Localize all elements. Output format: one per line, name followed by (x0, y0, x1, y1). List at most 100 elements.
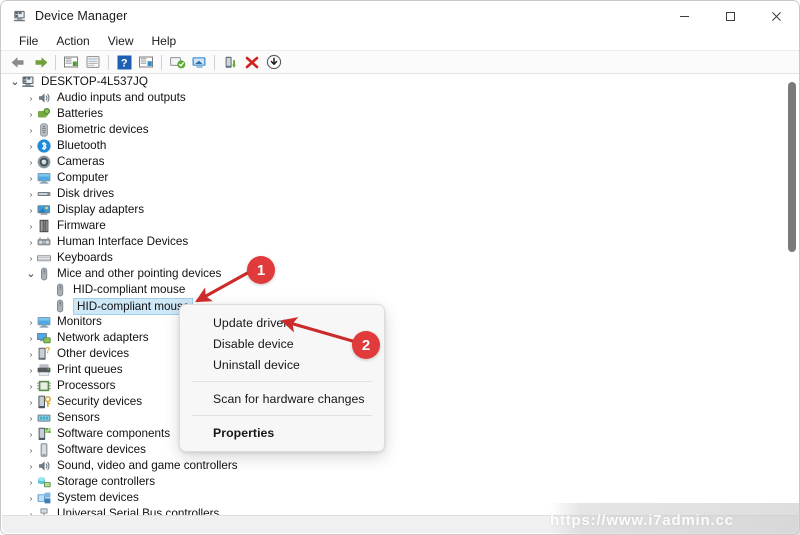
uninstall-device-icon[interactable] (242, 52, 262, 72)
forward-icon[interactable] (30, 52, 50, 72)
tree-item[interactable]: ›Disk drives (2, 186, 788, 202)
maximize-button[interactable] (707, 1, 753, 31)
tree-item[interactable]: ›Audio inputs and outputs (2, 90, 788, 106)
tree-item-label: Cameras (57, 154, 108, 170)
chevron-right-icon[interactable]: › (26, 90, 36, 106)
context-menu-item-update-driver[interactable]: Update driver (180, 312, 384, 333)
chevron-right-icon[interactable]: › (26, 122, 36, 138)
help-icon[interactable]: ? (114, 52, 134, 72)
chevron-right-icon[interactable]: › (26, 202, 36, 218)
window-title: Device Manager (35, 9, 127, 23)
chevron-right-icon[interactable]: › (26, 106, 36, 122)
chevron-right-icon[interactable]: › (26, 330, 36, 346)
chevron-down-icon[interactable]: ⌄ (26, 266, 36, 282)
tree-item-label: System devices (57, 490, 143, 506)
chevron-right-icon[interactable]: › (26, 362, 36, 378)
tree-item[interactable]: ⌄Mice and other pointing devices (2, 266, 788, 282)
chevron-right-icon[interactable]: › (26, 170, 36, 186)
update-driver-icon[interactable] (167, 52, 187, 72)
tree-item-label: Keyboards (57, 250, 117, 266)
svg-text:?: ? (120, 57, 127, 69)
tree-item[interactable]: ›Computer (2, 170, 788, 186)
tree-item[interactable]: ›Bluetooth (2, 138, 788, 154)
context-menu-item-uninstall-device[interactable]: Uninstall device (180, 354, 384, 375)
tree-item-label: Software components (57, 426, 174, 442)
context-menu-item-properties[interactable]: Properties (180, 422, 384, 443)
chevron-right-icon[interactable]: › (26, 234, 36, 250)
tree-item[interactable]: › Software components (2, 426, 788, 442)
context-menu-separator (192, 381, 372, 382)
chevron-right-icon[interactable]: › (26, 394, 36, 410)
tree-item[interactable]: ›Storage controllers (2, 474, 788, 490)
show-hidden-icon[interactable] (189, 52, 209, 72)
enable-device-icon[interactable] (220, 52, 240, 72)
chevron-right-icon[interactable]: › (26, 154, 36, 170)
tree-item[interactable]: ›Firmware (2, 218, 788, 234)
window-controls (661, 1, 799, 31)
title-bar-left: Device Manager (1, 9, 127, 24)
tree-item-label: Display adapters (57, 202, 148, 218)
minimize-button[interactable] (661, 1, 707, 31)
device-tree[interactable]: ⌄DESKTOP-4L537JQ›Audio inputs and output… (2, 74, 788, 515)
tree-item[interactable]: ›Software devices (2, 442, 788, 458)
chevron-right-icon[interactable]: › (26, 442, 36, 458)
mouse-icon (52, 282, 68, 298)
tree-item[interactable]: ›Network adapters (2, 330, 788, 346)
chevron-right-icon[interactable]: › (26, 138, 36, 154)
chevron-right-icon[interactable]: › (26, 490, 36, 506)
tree-root-item[interactable]: ⌄DESKTOP-4L537JQ (2, 74, 788, 90)
menu-file[interactable]: File (10, 32, 47, 50)
tree-item[interactable]: ›Security devices (2, 394, 788, 410)
fingerprint-icon (36, 122, 52, 138)
annotation-badge-2: 2 (352, 331, 380, 359)
tree-item[interactable]: ›Human Interface Devices (2, 234, 788, 250)
chevron-down-icon[interactable]: ⌄ (10, 74, 20, 90)
title-bar: Device Manager (1, 1, 799, 31)
security-icon (36, 394, 52, 410)
menu-view[interactable]: View (99, 32, 143, 50)
tree-item[interactable]: HID-compliant mouse (2, 282, 788, 298)
menu-action[interactable]: Action (47, 32, 98, 50)
chevron-right-icon[interactable]: › (26, 426, 36, 442)
tree-item[interactable]: › Keyboards (2, 250, 788, 266)
properties-icon[interactable] (61, 52, 81, 72)
back-icon[interactable] (8, 52, 28, 72)
device-manager-app-icon (12, 9, 27, 24)
toolbar-separator (108, 55, 109, 70)
chevron-right-icon[interactable]: › (26, 458, 36, 474)
tree-item[interactable]: ›Monitors (2, 314, 788, 330)
context-menu[interactable]: Update driverDisable deviceUninstall dev… (179, 304, 385, 452)
software-component-icon (36, 426, 52, 442)
tree-item[interactable]: › Display adapters (2, 202, 788, 218)
chevron-right-icon[interactable]: › (26, 314, 36, 330)
chevron-right-icon[interactable]: › (26, 410, 36, 426)
tree-item[interactable]: ›Sound, video and game controllers (2, 458, 788, 474)
scan-icon[interactable] (136, 52, 156, 72)
tree-item[interactable]: ›Biometric devices (2, 122, 788, 138)
tree-item-label: Batteries (57, 106, 107, 122)
chevron-right-icon[interactable]: › (26, 186, 36, 202)
speaker-icon (36, 458, 52, 474)
scrollbar-thumb[interactable] (788, 82, 796, 252)
tree-item[interactable]: › Cameras (2, 154, 788, 170)
chevron-right-icon[interactable]: › (26, 250, 36, 266)
menu-help[interactable]: Help (143, 32, 186, 50)
mouse-icon (36, 266, 52, 282)
tree-item[interactable]: ›Sensors (2, 410, 788, 426)
chevron-right-icon[interactable]: › (26, 506, 36, 515)
chevron-right-icon[interactable]: › (26, 218, 36, 234)
chevron-right-icon[interactable]: › (26, 346, 36, 362)
help-panel-icon[interactable] (83, 52, 103, 72)
tree-item[interactable]: › Batteries (2, 106, 788, 122)
tree-item[interactable]: ›?Other devices (2, 346, 788, 362)
monitor-icon (36, 314, 52, 330)
tree-item[interactable]: ›Print queues (2, 362, 788, 378)
chevron-right-icon[interactable]: › (26, 378, 36, 394)
close-button[interactable] (753, 1, 799, 31)
vertical-scrollbar[interactable] (786, 74, 798, 515)
chevron-right-icon[interactable]: › (26, 474, 36, 490)
tree-item[interactable]: ›Processors (2, 378, 788, 394)
scan-hardware-icon[interactable] (264, 52, 284, 72)
context-menu-item-scan-for-hardware-changes[interactable]: Scan for hardware changes (180, 388, 384, 409)
tree-item[interactable]: HID-compliant mouse (2, 298, 788, 314)
